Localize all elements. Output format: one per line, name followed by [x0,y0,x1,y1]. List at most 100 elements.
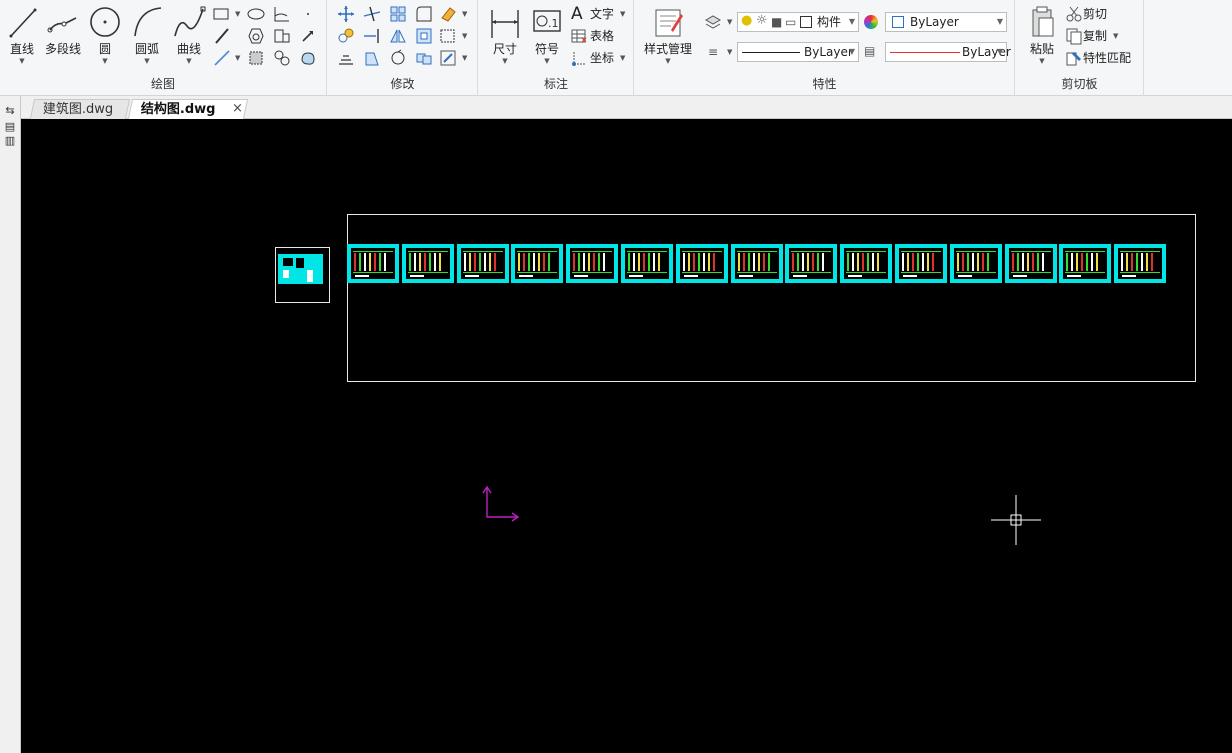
cut-button[interactable]: 剪切 [1083,5,1107,22]
circle-button[interactable]: 圆 ▼ [83,4,127,65]
explode-icon[interactable] [438,26,458,46]
extend-icon[interactable] [362,26,382,46]
scale-icon[interactable] [362,48,382,68]
erase-icon[interactable] [438,4,458,24]
hatch-icon[interactable] [272,4,292,24]
style-manager-button[interactable]: 样式管理 ▼ [639,4,697,65]
ellipse-icon[interactable] [246,4,266,24]
chevron-down-icon[interactable]: ▼ [167,57,211,65]
chevron-down-icon[interactable]: ▼ [620,54,625,62]
group-icon[interactable] [272,48,292,68]
chevron-down-icon[interactable]: ▼ [1113,32,1118,40]
tool-palette-icon[interactable]: ▤ [2,120,18,134]
region-icon[interactable] [246,48,266,68]
copy-button[interactable]: 复制 [1083,27,1107,44]
lineweight-icon[interactable]: ▤ [864,44,875,58]
move-icon[interactable] [336,4,356,24]
color-wheel-icon[interactable] [864,15,878,29]
spline-button[interactable]: 曲线 ▼ [167,4,211,65]
drawing-sheet[interactable] [347,244,399,283]
table-icon[interactable] [569,26,589,46]
chevron-down-icon[interactable]: ▼ [462,54,467,62]
stretch-icon[interactable] [336,48,356,68]
drawing-sheet[interactable] [840,244,893,283]
drawing-sheet[interactable] [785,244,838,283]
table-button[interactable]: 表格 [590,27,614,44]
drawing-sheet[interactable] [895,244,947,283]
drawing-sheet[interactable] [1004,244,1057,283]
array-icon[interactable] [388,4,408,24]
text-icon[interactable]: A [571,4,583,24]
coordinate-button[interactable]: 坐标 [590,49,614,66]
lightbulb-icon[interactable]: ● [741,12,752,30]
tab-structure-drawing[interactable]: 结构图.dwg [127,99,249,119]
scissors-icon[interactable] [1064,4,1084,24]
copy-object-icon[interactable] [336,26,356,46]
rotate-icon[interactable] [388,48,408,68]
drawing-sheet[interactable] [1114,244,1167,283]
match-properties-button[interactable]: 特性匹配 [1083,49,1131,66]
pin-icon[interactable]: ⇆ [2,104,18,118]
drawing-sheet[interactable] [456,244,509,283]
chevron-down-icon[interactable]: ▼ [462,10,467,18]
fillet-icon[interactable] [414,4,434,24]
close-icon[interactable]: × [232,101,243,116]
point-icon[interactable] [298,4,318,24]
drawing-sheet[interactable] [401,244,454,283]
chevron-down-icon[interactable]: ▼ [849,13,855,31]
revision-cloud-icon[interactable] [298,48,318,68]
sun-icon[interactable]: ☼ [756,12,768,30]
chevron-down-icon[interactable]: ▼ [639,57,697,65]
chevron-down-icon[interactable]: ▼ [997,43,1003,61]
lock-icon[interactable]: ■ [771,13,782,31]
chevron-down-icon[interactable]: ▼ [125,57,169,65]
arc-button[interactable]: 圆弧 ▼ [125,4,169,65]
rectangle-icon[interactable] [212,4,232,24]
linetype-list-icon[interactable]: ≡ [708,45,718,59]
join-icon[interactable] [414,48,434,68]
lineweight-combo[interactable]: ByLayer ▼ [885,42,1011,62]
drawing-sheet[interactable] [566,244,619,283]
properties-edit-icon[interactable] [438,48,458,68]
offset-icon[interactable] [414,26,434,46]
chevron-down-icon[interactable]: ▼ [0,57,44,65]
chevron-down-icon[interactable]: ▼ [727,18,732,26]
layout-frame[interactable] [347,214,1196,382]
small-viewport-frame[interactable] [275,247,330,303]
copy-icon[interactable] [1064,26,1084,46]
dimension-button[interactable]: 尺寸 ▼ [483,4,527,65]
chevron-down-icon[interactable]: ▼ [235,10,240,18]
layer-properties-icon[interactable] [703,12,723,32]
drawing-sheet[interactable] [675,244,728,283]
color-combo[interactable]: ByLayer ▼ [885,12,1007,32]
polyline-button[interactable]: 多段线 [38,4,88,57]
text-button[interactable]: 文字 [590,5,614,22]
trim-icon[interactable] [362,4,382,24]
polygon-icon[interactable] [246,26,266,46]
chevron-down-icon[interactable]: ▼ [462,32,467,40]
arrow-icon[interactable] [298,26,318,46]
chevron-down-icon[interactable]: ▼ [997,13,1003,31]
layer-combo[interactable]: ● ☼ ■ ▭ 构件 ▼ [737,12,859,32]
symbol-button[interactable]: .1 符号 ▼ [525,4,569,65]
block-icon[interactable] [272,26,292,46]
paste-button[interactable]: 粘贴 ▼ [1020,4,1064,65]
drawing-canvas[interactable] [21,119,1232,753]
ray-icon[interactable] [212,48,232,68]
chevron-down-icon[interactable]: ▼ [525,57,569,65]
drawing-sheet[interactable] [511,244,564,283]
coordinate-icon[interactable] [569,48,589,68]
chevron-down-icon[interactable]: ▼ [849,43,855,61]
drawing-sheet[interactable] [1059,244,1112,283]
construction-line-icon[interactable] [212,26,232,46]
drawing-sheet[interactable] [730,244,783,283]
chevron-down-icon[interactable]: ▼ [620,10,625,18]
drawing-sheet[interactable] [949,244,1002,283]
chevron-down-icon[interactable]: ▼ [1020,57,1064,65]
mirror-icon[interactable] [388,26,408,46]
chevron-down-icon[interactable]: ▼ [727,48,732,56]
properties-palette-icon[interactable]: ▥ [2,134,18,148]
chevron-down-icon[interactable]: ▼ [483,57,527,65]
plot-icon[interactable]: ▭ [785,13,796,31]
chevron-down-icon[interactable]: ▼ [83,57,127,65]
